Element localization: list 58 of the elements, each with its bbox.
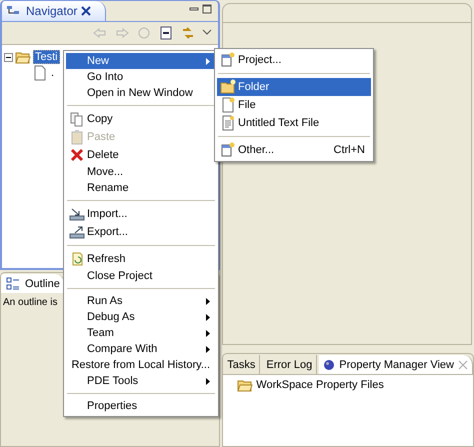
menu-item[interactable]: Copy [66,110,216,128]
copy-icon [69,111,85,127]
new-project-icon [220,52,236,68]
file-icon [220,97,236,113]
tree-item[interactable]: . [50,67,56,79]
menu-item[interactable]: Untitled Text File [217,114,371,132]
view-tab[interactable]: Property Manager View [319,355,473,374]
menu-item[interactable]: Folder [217,78,371,96]
maximize-icon [202,4,212,14]
menu-item[interactable]: Properties [66,398,216,414]
menu-item[interactable]: File [217,96,371,114]
shortcut-text: Ctrl+N [334,144,365,156]
submenu-arrow-icon [206,378,210,384]
close-icon [458,360,468,370]
outline-message: An outline is [3,297,58,308]
view-menu-icon [202,29,212,37]
export-icon [69,224,85,240]
forward-icon [114,25,130,41]
submenu-arrow-icon [206,298,210,304]
globe-icon [323,358,336,370]
navigator-tab[interactable]: Navigator [2,1,106,21]
menu-item[interactable]: Compare With [66,341,216,357]
menu-item[interactable]: Debug As [66,309,216,325]
collapse-all-icon [158,25,174,41]
tree-item[interactable]: Testi [33,50,60,64]
menu-item[interactable]: Project... [217,51,371,69]
menu-item[interactable]: PDE Tools [66,373,216,389]
menu-item[interactable]: Refresh [66,250,216,268]
menu-item[interactable]: New [66,53,216,69]
clipboard-icon [69,129,85,145]
menu-item[interactable]: Import... [66,205,216,223]
submenu-arrow-icon [206,314,210,320]
menu-item[interactable]: Close Project [66,268,216,284]
menu-item[interactable]: Rename [66,180,216,196]
tree-item[interactable]: WorkSpace Property Files [255,379,385,391]
menu-item[interactable]: Move... [66,164,216,180]
folder-icon [220,79,236,95]
collapse-icon[interactable] [4,52,13,62]
menu-item[interactable]: Go Into [66,69,216,85]
close-icon [81,6,92,16]
import-icon [69,206,85,222]
delete-icon [69,147,85,163]
menu-item[interactable]: Team [66,325,216,341]
text-file-icon [220,115,236,131]
submenu-arrow-icon [206,58,210,64]
menu-item[interactable]: Run As [66,293,216,309]
menu-item[interactable]: Delete [66,146,216,164]
outline-icon [5,276,21,292]
outline-tab[interactable]: Outline [1,274,65,293]
menu-item[interactable]: Export... [66,223,216,241]
submenu-arrow-icon [206,346,210,352]
menu-item[interactable]: Open in New Window [66,85,216,101]
submenu-arrow-icon [206,330,210,336]
file-icon [32,65,48,81]
new-wizard-icon [220,142,236,158]
menu-item[interactable]: Other... Ctrl+N [217,141,371,159]
back-icon [92,25,108,41]
menu-item[interactable]: Restore from Local History... [66,357,216,373]
